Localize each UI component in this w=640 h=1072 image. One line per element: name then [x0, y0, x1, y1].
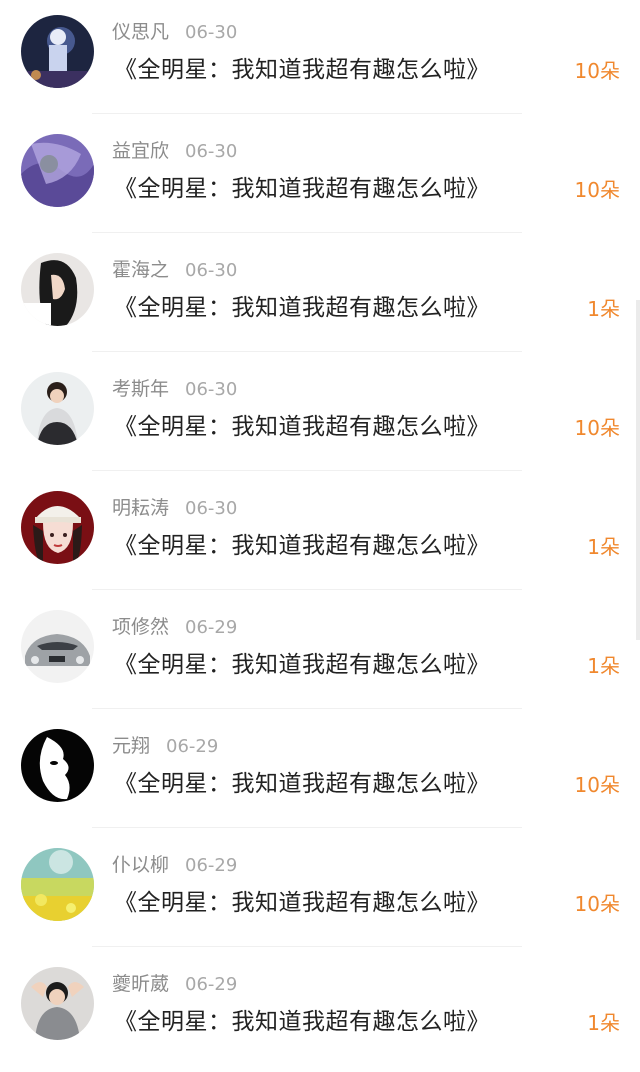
silver-car-avatar-icon: [21, 610, 94, 683]
avatar[interactable]: [21, 848, 94, 921]
flower-count: 10朵: [574, 892, 620, 916]
post-date: 06-30: [185, 141, 238, 162]
boy-hands-avatar-icon: [21, 967, 94, 1040]
flower-count: 10朵: [574, 773, 620, 797]
post-date: 06-30: [185, 498, 238, 519]
flower-count: 10朵: [574, 59, 620, 83]
avatar[interactable]: [21, 134, 94, 207]
list-item[interactable]: 项修然 06-29 《全明星：我知道我超有趣怎么啦》 1朵: [0, 595, 640, 715]
post-date: 06-29: [185, 974, 238, 995]
flower-count: 1朵: [587, 535, 620, 559]
flower-count: 1朵: [587, 1011, 620, 1035]
avatar[interactable]: [21, 967, 94, 1040]
avatar[interactable]: [21, 372, 94, 445]
person-jacket-avatar-icon: [21, 372, 94, 445]
gift-title: 《全明星：我知道我超有趣怎么啦》: [114, 57, 490, 83]
scrollbar[interactable]: [636, 300, 640, 640]
list-item[interactable]: 仪思凡 06-30 《全明星：我知道我超有趣怎么啦》 10朵: [0, 0, 640, 120]
post-date: 06-29: [166, 736, 219, 757]
flower-field-avatar-icon: [21, 848, 94, 921]
divider: [92, 708, 522, 709]
post-date: 06-30: [185, 379, 238, 400]
gift-title: 《全明星：我知道我超有趣怎么啦》: [114, 771, 490, 797]
divider: [92, 470, 522, 471]
avatar[interactable]: [21, 610, 94, 683]
gift-title: 《全明星：我知道我超有趣怎么啦》: [114, 533, 490, 559]
user-name: 明耘涛 06-30: [112, 497, 238, 519]
list-item[interactable]: 元翔 06-29 《全明星：我知道我超有趣怎么啦》 10朵: [0, 714, 640, 834]
user-name: 项修然 06-29: [112, 616, 238, 638]
purple-gem-avatar-icon: [21, 134, 94, 207]
divider: [92, 232, 522, 233]
gift-list: 仪思凡 06-30 《全明星：我知道我超有趣怎么啦》 10朵 益宜欣 06-30 《…: [0, 0, 640, 1063]
gift-title: 《全明星：我知道我超有趣怎么啦》: [114, 176, 490, 202]
post-date: 06-30: [185, 22, 238, 43]
post-date: 06-29: [185, 855, 238, 876]
flower-count: 10朵: [574, 416, 620, 440]
avatar[interactable]: [21, 729, 94, 802]
gift-title: 《全明星：我知道我超有趣怎么啦》: [114, 890, 490, 916]
night-statue-avatar-icon: [21, 15, 94, 88]
divider: [92, 589, 522, 590]
user-name: 考斯年 06-30: [112, 378, 238, 400]
cap-girl-avatar-icon: [21, 491, 94, 564]
list-item[interactable]: 益宜欣 06-30 《全明星：我知道我超有趣怎么啦》 10朵: [0, 119, 640, 239]
post-date: 06-29: [185, 617, 238, 638]
avatar[interactable]: [21, 491, 94, 564]
gift-title: 《全明星：我知道我超有趣怎么啦》: [114, 295, 490, 321]
user-name: 元翔 06-29: [112, 735, 219, 757]
divider: [92, 351, 522, 352]
mask-avatar-icon: [21, 729, 94, 802]
divider: [92, 946, 522, 947]
divider: [92, 113, 522, 114]
list-item[interactable]: 夔昕葳 06-29 《全明星：我知道我超有趣怎么啦》 1朵: [0, 952, 640, 1072]
avatar[interactable]: [21, 253, 94, 326]
user-name: 仪思凡 06-30: [112, 21, 238, 43]
flower-count: 1朵: [587, 297, 620, 321]
user-name: 霍海之 06-30: [112, 259, 238, 281]
list-item[interactable]: 仆以柳 06-29 《全明星：我知道我超有趣怎么啦》 10朵: [0, 833, 640, 953]
divider: [92, 827, 522, 828]
user-name: 仆以柳 06-29: [112, 854, 238, 876]
list-item[interactable]: 明耘涛 06-30 《全明星：我知道我超有趣怎么啦》 1朵: [0, 476, 640, 596]
flower-count: 10朵: [574, 178, 620, 202]
list-item[interactable]: 考斯年 06-30 《全明星：我知道我超有趣怎么啦》 10朵: [0, 357, 640, 477]
post-date: 06-30: [185, 260, 238, 281]
avatar[interactable]: [21, 15, 94, 88]
gift-title: 《全明星：我知道我超有趣怎么啦》: [114, 1009, 490, 1035]
list-item[interactable]: 霍海之 06-30 《全明星：我知道我超有趣怎么啦》 1朵: [0, 238, 640, 358]
user-name: 夔昕葳 06-29: [112, 973, 238, 995]
gift-title: 《全明星：我知道我超有趣怎么啦》: [114, 652, 490, 678]
user-name: 益宜欣 06-30: [112, 140, 238, 162]
girl-profile-avatar-icon: [21, 253, 94, 326]
gift-title: 《全明星：我知道我超有趣怎么啦》: [114, 414, 490, 440]
flower-count: 1朵: [587, 654, 620, 678]
